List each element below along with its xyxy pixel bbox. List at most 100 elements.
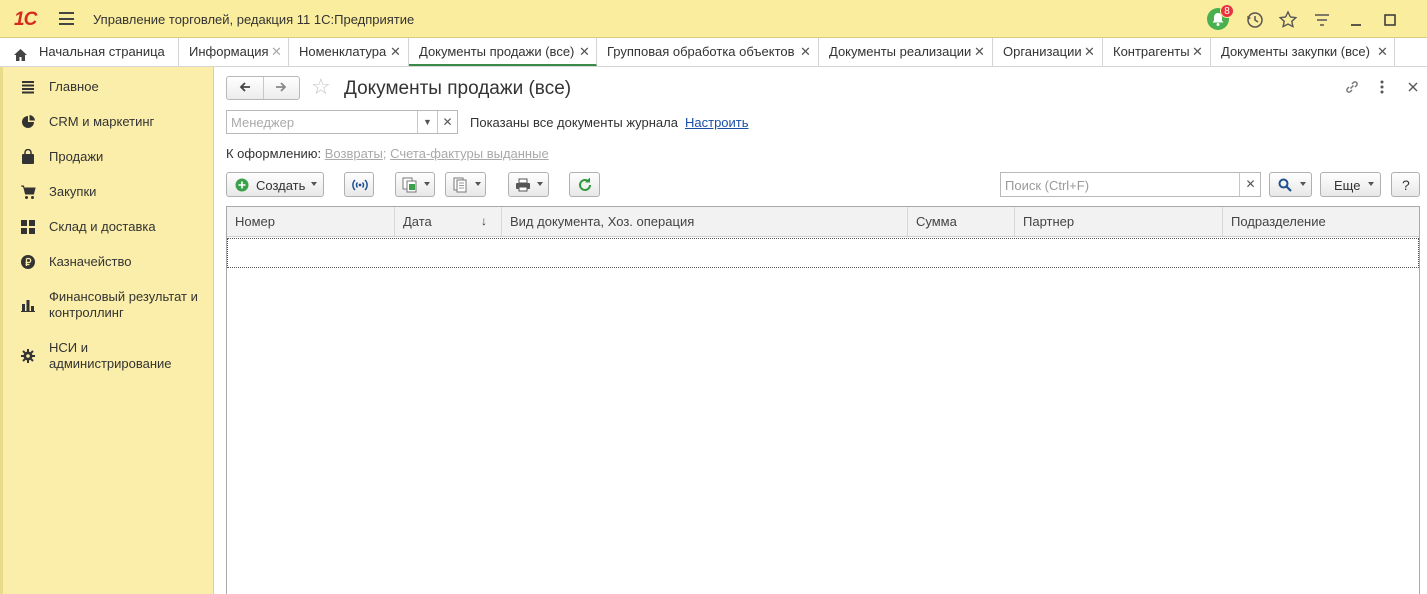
tab-contractors[interactable]: Контрагенты ✕	[1103, 38, 1211, 66]
to-form-label: К оформлению:	[226, 146, 322, 161]
sidebar-item-main[interactable]: Главное	[3, 79, 214, 95]
tab-organizations[interactable]: Организации ✕	[993, 38, 1103, 66]
column-header-document-type[interactable]: Вид документа, Хоз. операция	[502, 207, 908, 236]
link-icon[interactable]	[1344, 79, 1360, 99]
tab-info[interactable]: Информация ✕	[179, 38, 289, 66]
tab-group-processing[interactable]: Групповая обработка объектов ✕	[597, 38, 819, 66]
sort-descending-icon: ↓	[481, 214, 487, 228]
pie-chart-icon	[20, 114, 36, 130]
history-icon[interactable]	[1245, 10, 1265, 30]
tab-home[interactable]: Начальная страница	[0, 38, 179, 66]
title-bar: 1С Управление торговлей, редакция 11 1С:…	[0, 0, 1427, 38]
sidebar-item-treasury[interactable]: Казначейство	[3, 254, 214, 270]
cart-icon	[20, 184, 36, 200]
tab-sales-documents[interactable]: Документы продажи (все) ✕	[409, 38, 597, 66]
create-button[interactable]: Создать	[226, 172, 324, 197]
documents-structure-icon	[452, 177, 468, 196]
dropdown-arrow-icon[interactable]: ▼	[417, 111, 437, 133]
documents-create-icon	[402, 177, 418, 196]
search-placeholder: Поиск (Ctrl+F)	[1005, 178, 1090, 193]
column-header-sum[interactable]: Сумма	[908, 207, 1015, 236]
sidebar-item-crm[interactable]: CRM и маркетинг	[3, 114, 214, 130]
add-to-favorites-star-icon[interactable]: ☆	[311, 76, 331, 98]
notification-count-badge: 8	[1220, 4, 1234, 18]
bag-icon	[20, 148, 36, 165]
hamburger-menu-icon[interactable]	[59, 12, 74, 25]
sidebar-item-warehouse[interactable]: Склад и доставка	[3, 219, 214, 235]
chevron-down-icon	[311, 182, 317, 186]
close-form-icon[interactable]	[1407, 80, 1419, 97]
close-tab-icon[interactable]: ✕	[390, 38, 401, 65]
app-title: Управление торговлей, редакция 11 1С:Пре…	[93, 12, 415, 27]
close-tab-icon[interactable]: ✕	[271, 38, 282, 65]
related-documents-button[interactable]	[445, 172, 486, 197]
clear-search-icon[interactable]: ✕	[1239, 173, 1261, 196]
sidebar-item-admin[interactable]: НСИ и администрирование	[3, 340, 214, 374]
column-header-date[interactable]: Дата ↓	[395, 207, 502, 236]
chevron-down-icon	[1300, 182, 1306, 186]
setup-link[interactable]: Настроить	[685, 115, 749, 130]
column-header-department[interactable]: Подразделение	[1223, 207, 1419, 236]
notifications-button[interactable]: 8	[1207, 4, 1234, 32]
column-header-number[interactable]: Номер	[227, 207, 395, 236]
exchange-button[interactable]	[344, 172, 374, 197]
close-tab-icon[interactable]: ✕	[974, 38, 985, 65]
list-icon	[20, 79, 36, 95]
more-vertical-icon[interactable]	[1380, 79, 1384, 99]
main-content: ☆ Документы продажи (все) Менеджер ▼ ✕ П…	[214, 67, 1427, 594]
create-based-on-button[interactable]	[395, 172, 435, 197]
tab-label: Групповая обработка объектов	[607, 44, 795, 59]
manager-field[interactable]: Менеджер ▼ ✕	[226, 110, 458, 134]
sidebar-item-purchases[interactable]: Закупки	[3, 184, 214, 200]
help-button[interactable]: ?	[1391, 172, 1420, 197]
maximize-icon[interactable]	[1380, 10, 1400, 30]
sidebar-item-financial-result[interactable]: Финансовый результат и контроллинг	[3, 289, 214, 323]
close-tab-icon[interactable]: ✕	[1084, 38, 1095, 65]
printer-icon	[515, 178, 531, 195]
page-title: Документы продажи (все)	[344, 78, 572, 99]
back-arrow-icon[interactable]	[238, 80, 252, 97]
tab-purchase-documents[interactable]: Документы закупки (все) ✕	[1211, 38, 1395, 66]
create-label: Создать	[256, 178, 306, 193]
close-tab-icon[interactable]: ✕	[1377, 38, 1388, 65]
tab-label: Документы закупки (все)	[1221, 44, 1370, 59]
broadcast-icon	[351, 178, 369, 195]
tab-nomenclature[interactable]: Номенклатура ✕	[289, 38, 409, 66]
more-button[interactable]: Еще	[1320, 172, 1381, 197]
to-form-row: К оформлению: Возвраты; Счета-фактуры вы…	[226, 146, 549, 161]
invoices-issued-link[interactable]: Счета-фактуры выданные	[390, 146, 549, 161]
app-logo[interactable]: 1С	[14, 9, 37, 31]
sidebar-item-sales[interactable]: Продажи	[3, 148, 214, 165]
manager-placeholder: Менеджер	[231, 115, 295, 130]
returns-link[interactable]: Возвраты	[325, 146, 383, 161]
column-header-partner[interactable]: Партнер	[1015, 207, 1223, 236]
table-row-selected-empty[interactable]	[227, 238, 1419, 268]
favorites-star-icon[interactable]	[1278, 10, 1298, 30]
tab-label: Документы реализации	[829, 44, 972, 59]
sidebar: Главное CRM и маркетинг Продажи Закупки …	[0, 67, 214, 594]
search-icon	[1278, 178, 1292, 195]
clear-icon[interactable]: ✕	[437, 111, 457, 133]
forward-arrow-icon[interactable]	[274, 80, 288, 97]
close-tab-icon[interactable]: ✕	[1192, 38, 1203, 65]
chevron-down-icon	[475, 182, 481, 186]
close-tab-icon[interactable]: ✕	[800, 38, 811, 65]
tab-label: Организации	[1003, 44, 1082, 59]
chevron-down-icon	[537, 182, 543, 186]
nav-buttons	[226, 76, 300, 100]
print-button[interactable]	[508, 172, 549, 197]
tab-label: Контрагенты	[1113, 44, 1190, 59]
gear-icon	[20, 348, 36, 364]
tab-realization-documents[interactable]: Документы реализации ✕	[819, 38, 993, 66]
close-tab-icon[interactable]: ✕	[579, 38, 590, 65]
tab-label: Документы продажи (все)	[419, 44, 575, 59]
search-button[interactable]	[1269, 172, 1312, 197]
tabs-bar: Начальная страница Информация ✕ Номенкла…	[0, 38, 1427, 67]
minimize-icon[interactable]	[1346, 10, 1366, 30]
search-input[interactable]: Поиск (Ctrl+F) ✕	[1000, 172, 1261, 197]
refresh-icon	[577, 177, 593, 196]
filter-menu-icon[interactable]	[1312, 10, 1332, 30]
plus-circle-icon	[235, 178, 249, 195]
refresh-button[interactable]	[569, 172, 600, 197]
documents-table: Номер Дата ↓ Вид документа, Хоз. операци…	[226, 206, 1420, 594]
